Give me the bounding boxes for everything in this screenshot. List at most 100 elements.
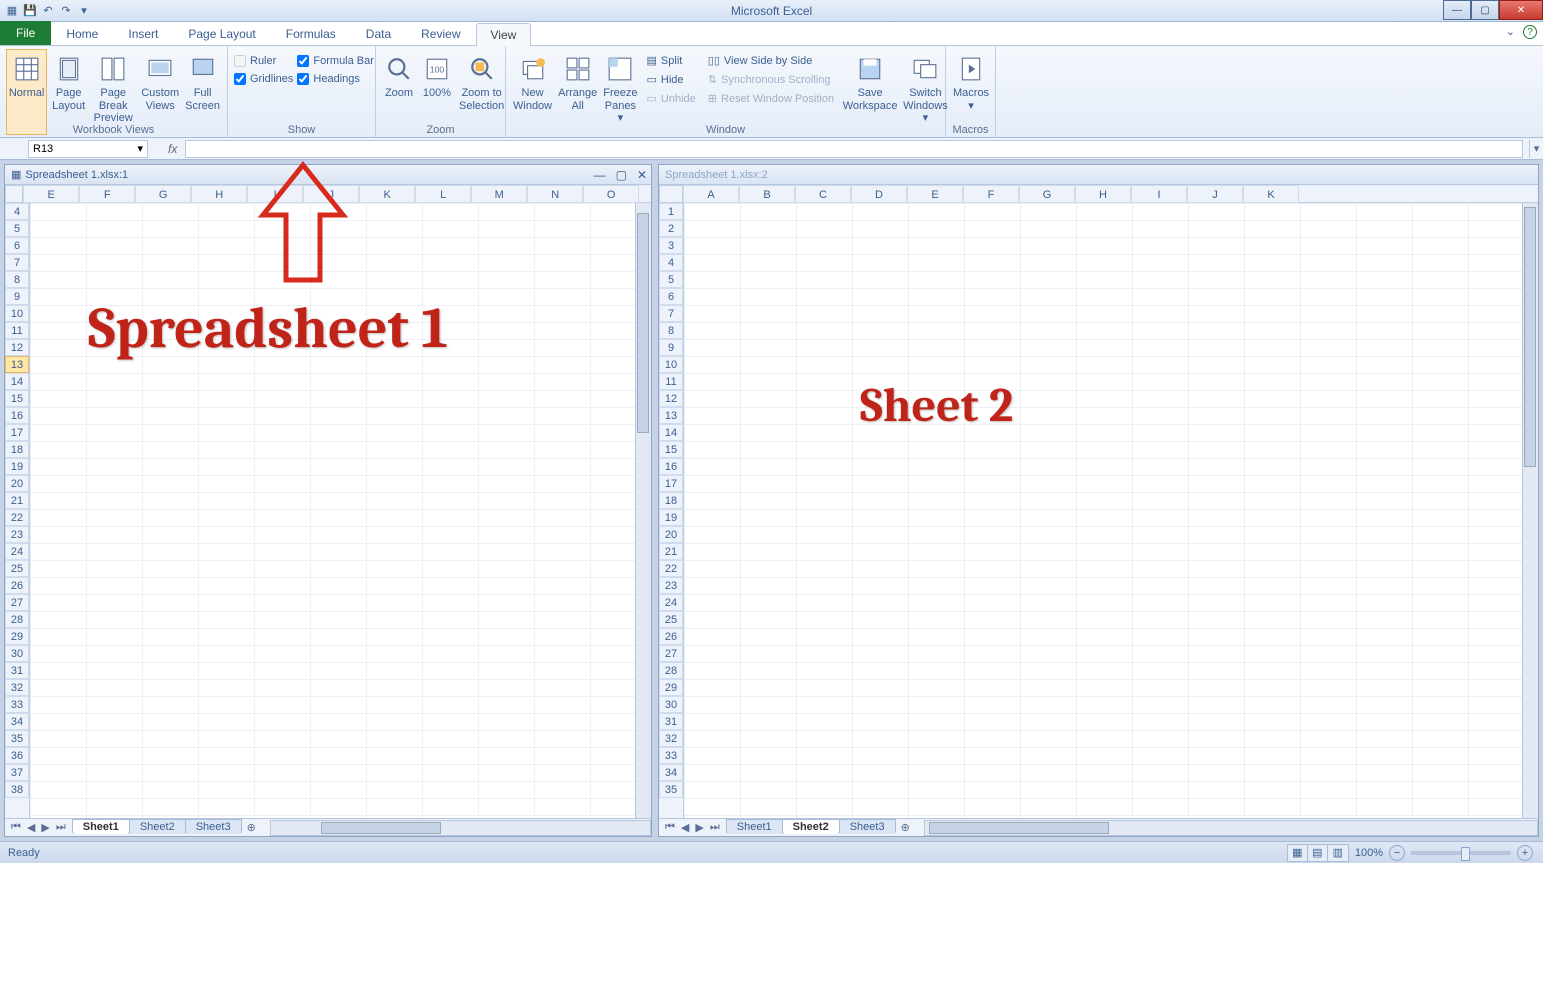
row-header[interactable]: 13 (659, 407, 683, 424)
unhide-button[interactable]: ▭Unhide (643, 90, 700, 107)
row-header[interactable]: 9 (659, 339, 683, 356)
tab-home[interactable]: Home (51, 22, 113, 45)
pane1-minimize-icon[interactable]: — (594, 168, 606, 182)
row-header[interactable]: 15 (659, 441, 683, 458)
row-header[interactable]: 10 (659, 356, 683, 373)
row-header[interactable]: 2 (659, 220, 683, 237)
fx-icon[interactable]: fx (168, 142, 177, 156)
zoom-slider[interactable] (1411, 851, 1511, 855)
row-header[interactable]: 24 (5, 543, 29, 560)
formula-expand-icon[interactable]: ▾ (1529, 140, 1543, 158)
pane1-tab-nav[interactable]: ⏮◀▶⏭ (5, 821, 72, 834)
row-header[interactable]: 5 (5, 220, 29, 237)
full-screen-button[interactable]: Full Screen (184, 49, 221, 135)
column-header[interactable]: F (79, 185, 135, 203)
sheet-tab[interactable]: Sheet3 (185, 819, 242, 834)
tab-file[interactable]: File (0, 21, 51, 45)
switch-windows-button[interactable]: Switch Windows ▾ (902, 49, 949, 135)
row-header[interactable]: 12 (659, 390, 683, 407)
save-icon[interactable]: 💾 (22, 3, 38, 19)
maximize-button[interactable]: ▢ (1471, 0, 1499, 20)
column-header[interactable]: E (907, 185, 963, 203)
row-header[interactable]: 26 (659, 628, 683, 645)
tab-data[interactable]: Data (351, 22, 406, 45)
column-header[interactable]: B (739, 185, 795, 203)
row-header[interactable]: 1 (659, 203, 683, 220)
column-header[interactable]: O (583, 185, 639, 203)
row-header[interactable]: 23 (5, 526, 29, 543)
row-header[interactable]: 28 (5, 611, 29, 628)
hide-button[interactable]: ▭Hide (643, 71, 700, 88)
tab-insert[interactable]: Insert (113, 22, 173, 45)
custom-views-button[interactable]: Custom Views (140, 49, 180, 135)
view-normal-icon[interactable]: ▦ (1288, 845, 1308, 861)
column-header[interactable]: H (1075, 185, 1131, 203)
column-header[interactable]: F (963, 185, 1019, 203)
qat-dropdown-icon[interactable]: ▾ (76, 3, 92, 19)
ruler-checkbox[interactable]: Ruler (234, 55, 293, 67)
sheet-tab[interactable]: Sheet3 (839, 819, 896, 834)
pane1-close-icon[interactable]: ✕ (637, 168, 647, 182)
row-header[interactable]: 26 (5, 577, 29, 594)
column-header[interactable]: L (415, 185, 471, 203)
help-icon[interactable]: ? (1523, 25, 1537, 39)
normal-view-button[interactable]: Normal (6, 49, 47, 135)
row-header[interactable]: 10 (5, 305, 29, 322)
row-header[interactable]: 32 (5, 679, 29, 696)
row-header[interactable]: 16 (5, 407, 29, 424)
row-header[interactable]: 33 (659, 747, 683, 764)
row-header[interactable]: 9 (5, 288, 29, 305)
row-header[interactable]: 24 (659, 594, 683, 611)
gridlines-checkbox[interactable]: Gridlines (234, 73, 293, 85)
pane2-tab-nav[interactable]: ⏮◀▶⏭ (659, 821, 726, 834)
formula-input[interactable] (185, 140, 1523, 158)
row-header[interactable]: 4 (5, 203, 29, 220)
name-box[interactable]: R13▾ (28, 140, 148, 158)
tab-page-layout[interactable]: Page Layout (173, 22, 270, 45)
pane1-vscroll[interactable] (635, 203, 651, 818)
pane1-hscroll[interactable] (270, 820, 651, 836)
column-header[interactable]: G (1019, 185, 1075, 203)
pane2-cells[interactable] (684, 203, 1522, 818)
row-header[interactable]: 14 (659, 424, 683, 441)
row-header[interactable]: 17 (659, 475, 683, 492)
row-header[interactable]: 30 (659, 696, 683, 713)
headings-checkbox[interactable]: Headings (297, 73, 374, 85)
pane2-vscroll[interactable] (1522, 203, 1538, 818)
row-header[interactable]: 28 (659, 662, 683, 679)
row-header[interactable]: 19 (659, 509, 683, 526)
view-side-by-side-button[interactable]: ▯▯View Side by Side (704, 52, 838, 69)
row-header[interactable]: 23 (659, 577, 683, 594)
reset-window-position-button[interactable]: ⊞Reset Window Position (704, 90, 838, 107)
minimize-button[interactable]: — (1443, 0, 1471, 20)
zoom-button[interactable]: Zoom (382, 49, 416, 135)
row-header[interactable]: 6 (5, 237, 29, 254)
row-header[interactable]: 4 (659, 254, 683, 271)
row-header[interactable]: 12 (5, 339, 29, 356)
row-header[interactable]: 38 (5, 781, 29, 798)
split-button[interactable]: ▤Split (643, 52, 700, 69)
row-header[interactable]: 33 (5, 696, 29, 713)
row-header[interactable]: 17 (5, 424, 29, 441)
macros-button[interactable]: Macros▾ (952, 49, 990, 135)
row-header[interactable]: 5 (659, 271, 683, 288)
zoom-to-selection-button[interactable]: Zoom to Selection (458, 49, 505, 135)
row-header[interactable]: 3 (659, 237, 683, 254)
tab-view[interactable]: View (476, 23, 532, 46)
pane1-cells[interactable] (30, 203, 635, 818)
row-header[interactable]: 6 (659, 288, 683, 305)
row-header[interactable]: 15 (5, 390, 29, 407)
sync-scroll-button[interactable]: ⇅Synchronous Scrolling (704, 71, 838, 88)
row-header[interactable]: 25 (5, 560, 29, 577)
row-header[interactable]: 14 (5, 373, 29, 390)
row-header[interactable]: 29 (659, 679, 683, 696)
row-header[interactable]: 35 (5, 730, 29, 747)
row-header[interactable]: 19 (5, 458, 29, 475)
undo-icon[interactable]: ↶ (40, 3, 56, 19)
column-header[interactable]: K (359, 185, 415, 203)
row-header[interactable]: 11 (5, 322, 29, 339)
column-header[interactable]: K (1243, 185, 1299, 203)
row-header[interactable]: 20 (5, 475, 29, 492)
row-header[interactable]: 32 (659, 730, 683, 747)
column-header[interactable]: A (683, 185, 739, 203)
